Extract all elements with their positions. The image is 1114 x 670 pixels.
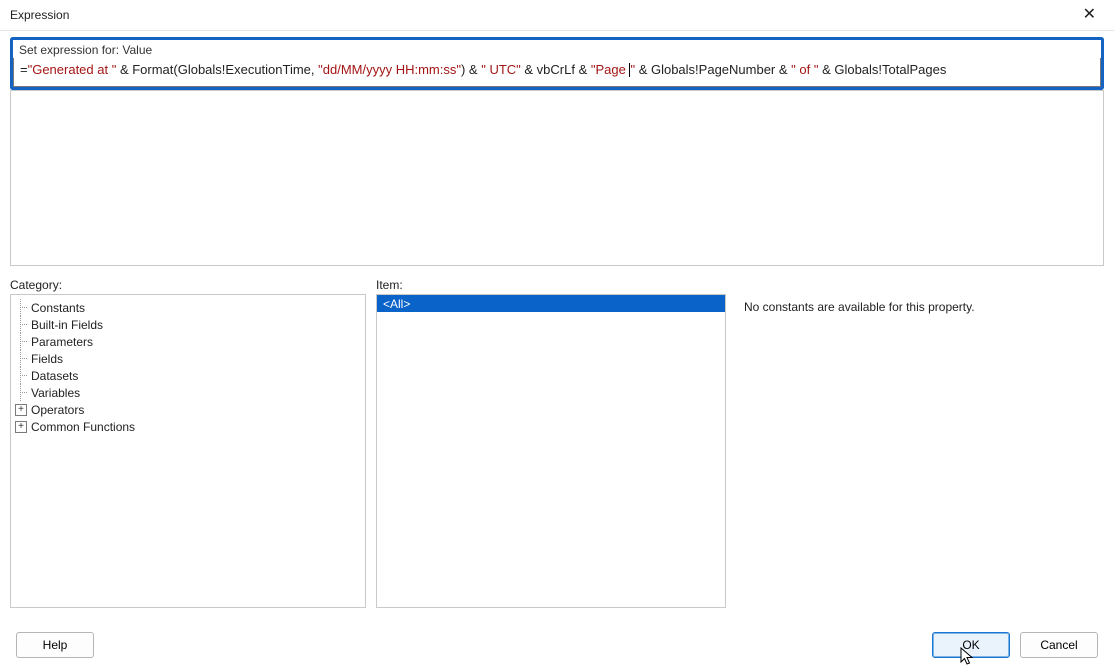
dialog-button-row: Help OK Cancel xyxy=(0,632,1114,658)
category-tree-item-label: Parameters xyxy=(31,335,93,349)
tree-expand-icon[interactable]: + xyxy=(15,421,27,433)
tree-connector-icon xyxy=(15,299,27,316)
category-tree-item[interactable]: Built-in Fields xyxy=(15,316,365,333)
expression-token: & vbCrLf & xyxy=(521,62,591,77)
description-text: No constants are available for this prop… xyxy=(736,294,1104,320)
set-expression-label: Set expression for: Value xyxy=(10,37,1104,58)
expression-input[interactable]: ="Generated at " & Format(Globals!Execut… xyxy=(13,58,1101,87)
expression-editor-body[interactable] xyxy=(10,90,1104,266)
tree-connector-icon xyxy=(15,367,27,384)
window-title: Expression xyxy=(10,8,69,22)
tree-connector-icon xyxy=(15,350,27,367)
category-tree-panel[interactable]: Constants Built-in Fields Parameters Fields… xyxy=(10,294,366,608)
divider xyxy=(0,30,1114,31)
ok-button[interactable]: OK xyxy=(932,632,1010,658)
category-tree-item[interactable]: Variables xyxy=(15,384,365,401)
tree-expand-icon[interactable]: + xyxy=(15,404,27,416)
expression-token: & Globals!PageNumber & xyxy=(635,62,791,77)
tree-connector-icon xyxy=(15,333,27,350)
cancel-button[interactable]: Cancel xyxy=(1020,632,1098,658)
category-tree-item-label: Fields xyxy=(31,352,63,366)
item-list-row[interactable]: <All> xyxy=(377,295,725,312)
expression-token: "Page xyxy=(591,62,630,77)
category-tree-item-label: Built-in Fields xyxy=(31,318,103,332)
item-label: Item: xyxy=(376,278,726,292)
category-tree-item[interactable]: Datasets xyxy=(15,367,365,384)
tree-connector-icon xyxy=(15,316,27,333)
category-tree-item-label: Common Functions xyxy=(31,420,135,434)
expression-token: "dd/MM/yyyy HH:mm:ss" xyxy=(318,62,461,77)
item-list-panel[interactable]: <All> xyxy=(376,294,726,608)
help-button[interactable]: Help xyxy=(16,632,94,658)
description-panel: No constants are available for this prop… xyxy=(736,294,1104,608)
category-tree-item[interactable]: Constants xyxy=(15,299,365,316)
expression-token: = xyxy=(20,62,28,77)
expression-token: & Globals!TotalPages xyxy=(818,62,946,77)
title-bar: Expression ✕ xyxy=(0,0,1114,30)
category-tree-item[interactable]: Parameters xyxy=(15,333,365,350)
description-label-spacer xyxy=(736,278,1104,292)
category-tree-item-label: Variables xyxy=(31,386,80,400)
expression-token: & Format(Globals!ExecutionTime, xyxy=(116,62,318,77)
close-icon[interactable]: ✕ xyxy=(1075,3,1104,27)
category-tree-item[interactable]: + Operators xyxy=(15,401,365,418)
expression-token: " UTC" xyxy=(481,62,521,77)
expression-token: " of " xyxy=(791,62,818,77)
expression-editor-highlight: ="Generated at " & Format(Globals!Execut… xyxy=(10,58,1104,90)
expression-token: "Generated at " xyxy=(28,62,117,77)
category-label: Category: xyxy=(10,278,366,292)
category-tree-item-label: Datasets xyxy=(31,369,78,383)
category-tree-item-label: Constants xyxy=(31,301,85,315)
category-tree-item[interactable]: Fields xyxy=(15,350,365,367)
category-tree-item-label: Operators xyxy=(31,403,84,417)
tree-connector-icon xyxy=(15,384,27,401)
expression-token: ) & xyxy=(461,62,481,77)
category-tree-item[interactable]: + Common Functions xyxy=(15,418,365,435)
